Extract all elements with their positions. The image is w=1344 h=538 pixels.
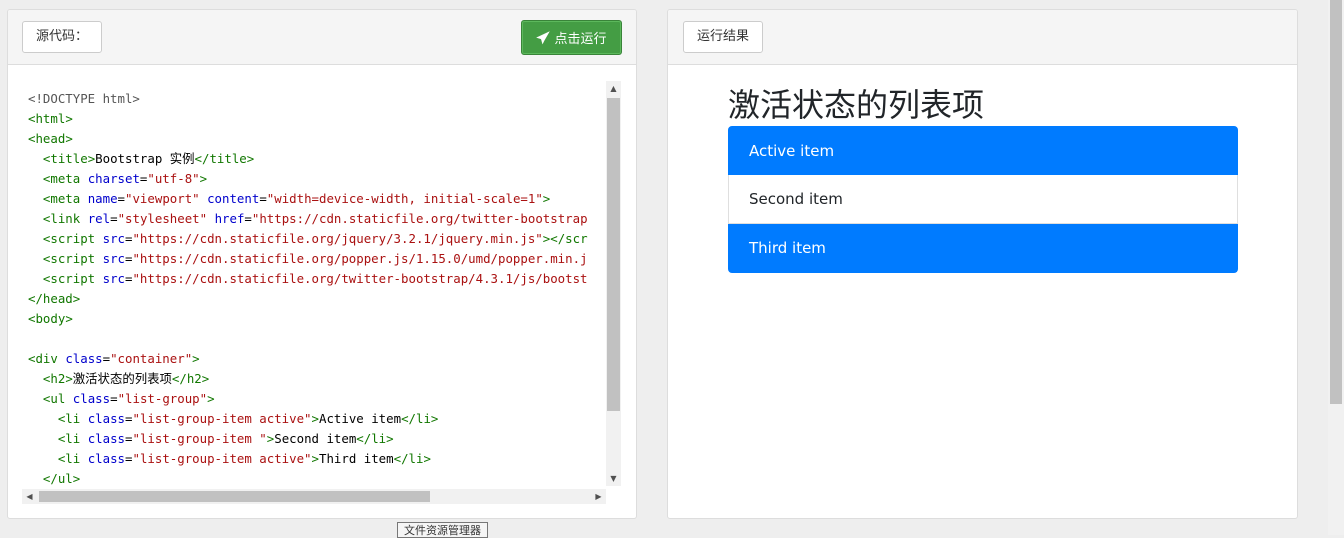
result-panel: 运行结果 激活状态的列表项 Active item Second item Th… bbox=[667, 9, 1298, 519]
code-content[interactable]: <!DOCTYPE html> <html> <head> <title>Boo… bbox=[28, 89, 588, 489]
editor-vertical-scrollbar[interactable]: ▲ ▼ bbox=[606, 81, 621, 486]
list-item: Third item bbox=[728, 224, 1238, 273]
scroll-up-arrow-icon[interactable]: ▲ bbox=[606, 81, 621, 96]
source-code-button[interactable]: 源代码： bbox=[22, 21, 103, 53]
scrollbar-thumb[interactable] bbox=[607, 98, 620, 411]
tooltip: 文件资源管理器 bbox=[397, 522, 488, 538]
paper-plane-icon bbox=[536, 30, 551, 44]
scroll-right-arrow-icon[interactable]: ▶ bbox=[591, 489, 606, 504]
result-panel-header: 运行结果 bbox=[668, 10, 1297, 65]
scroll-left-arrow-icon[interactable]: ◀ bbox=[22, 489, 37, 504]
page-scrollbar-thumb[interactable] bbox=[1330, 0, 1342, 404]
run-button-label: 点击运行 bbox=[554, 32, 607, 47]
source-panel-header: 源代码： 点击运行 bbox=[8, 10, 636, 65]
code-editor[interactable]: <!DOCTYPE html> <html> <head> <title>Boo… bbox=[22, 81, 622, 497]
source-code-panel: 源代码： 点击运行 <!DOCTYPE html> <html> <head> … bbox=[7, 9, 637, 519]
list-item: Second item bbox=[728, 175, 1238, 224]
list-item: Active item bbox=[728, 126, 1238, 175]
result-button[interactable]: 运行结果 bbox=[683, 21, 764, 53]
scroll-down-arrow-icon[interactable]: ▼ bbox=[606, 471, 621, 486]
result-heading: 激活状态的列表项 bbox=[728, 86, 985, 124]
run-button[interactable]: 点击运行 bbox=[521, 20, 622, 55]
editor-horizontal-scrollbar[interactable]: ◀ ▶ bbox=[22, 489, 606, 504]
scrollbar-thumb[interactable] bbox=[39, 491, 430, 502]
list-group: Active item Second item Third item bbox=[728, 126, 1238, 273]
page-vertical-scrollbar[interactable] bbox=[1328, 0, 1344, 535]
